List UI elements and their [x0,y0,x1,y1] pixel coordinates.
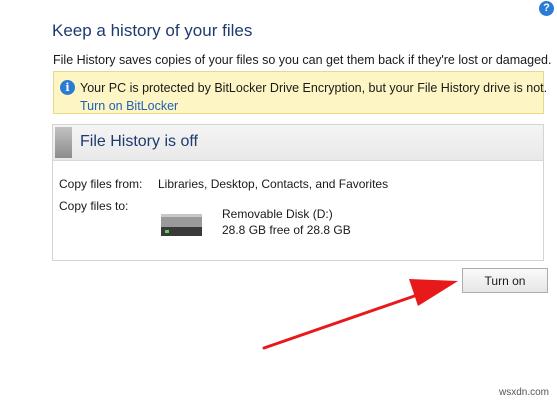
watermark: wsxdn.com [499,387,550,398]
page-description: File History saves copies of your files … [53,53,552,67]
bitlocker-warning-banner: i Your PC is protected by BitLocker Driv… [53,71,548,114]
copy-to-label: Copy files to: [59,199,129,213]
drive-free-space: 28.8 GB free of 28.8 GB [222,223,351,237]
removable-disk-icon [161,214,202,236]
status-title: File History is off [80,133,198,150]
copy-from-value: Libraries, Desktop, Contacts, and Favori… [158,177,389,191]
copy-from-label: Copy files from: [59,177,143,191]
red-arrow-icon [262,279,458,350]
status-header: File History is off [53,125,543,161]
turn-on-bitlocker-link[interactable]: Turn on BitLocker [80,99,178,113]
banner-message: Your PC is protected by BitLocker Drive … [80,81,548,95]
page-title: Keep a history of your files [52,21,253,40]
help-icon[interactable]: ? [539,1,554,16]
info-icon: i [60,80,75,95]
status-off-icon [55,127,72,158]
turn-on-button[interactable]: Turn on [462,268,548,293]
drive-name: Removable Disk (D:) [222,207,333,221]
file-history-status-panel: File History is off Copy files from: Lib… [52,124,544,261]
